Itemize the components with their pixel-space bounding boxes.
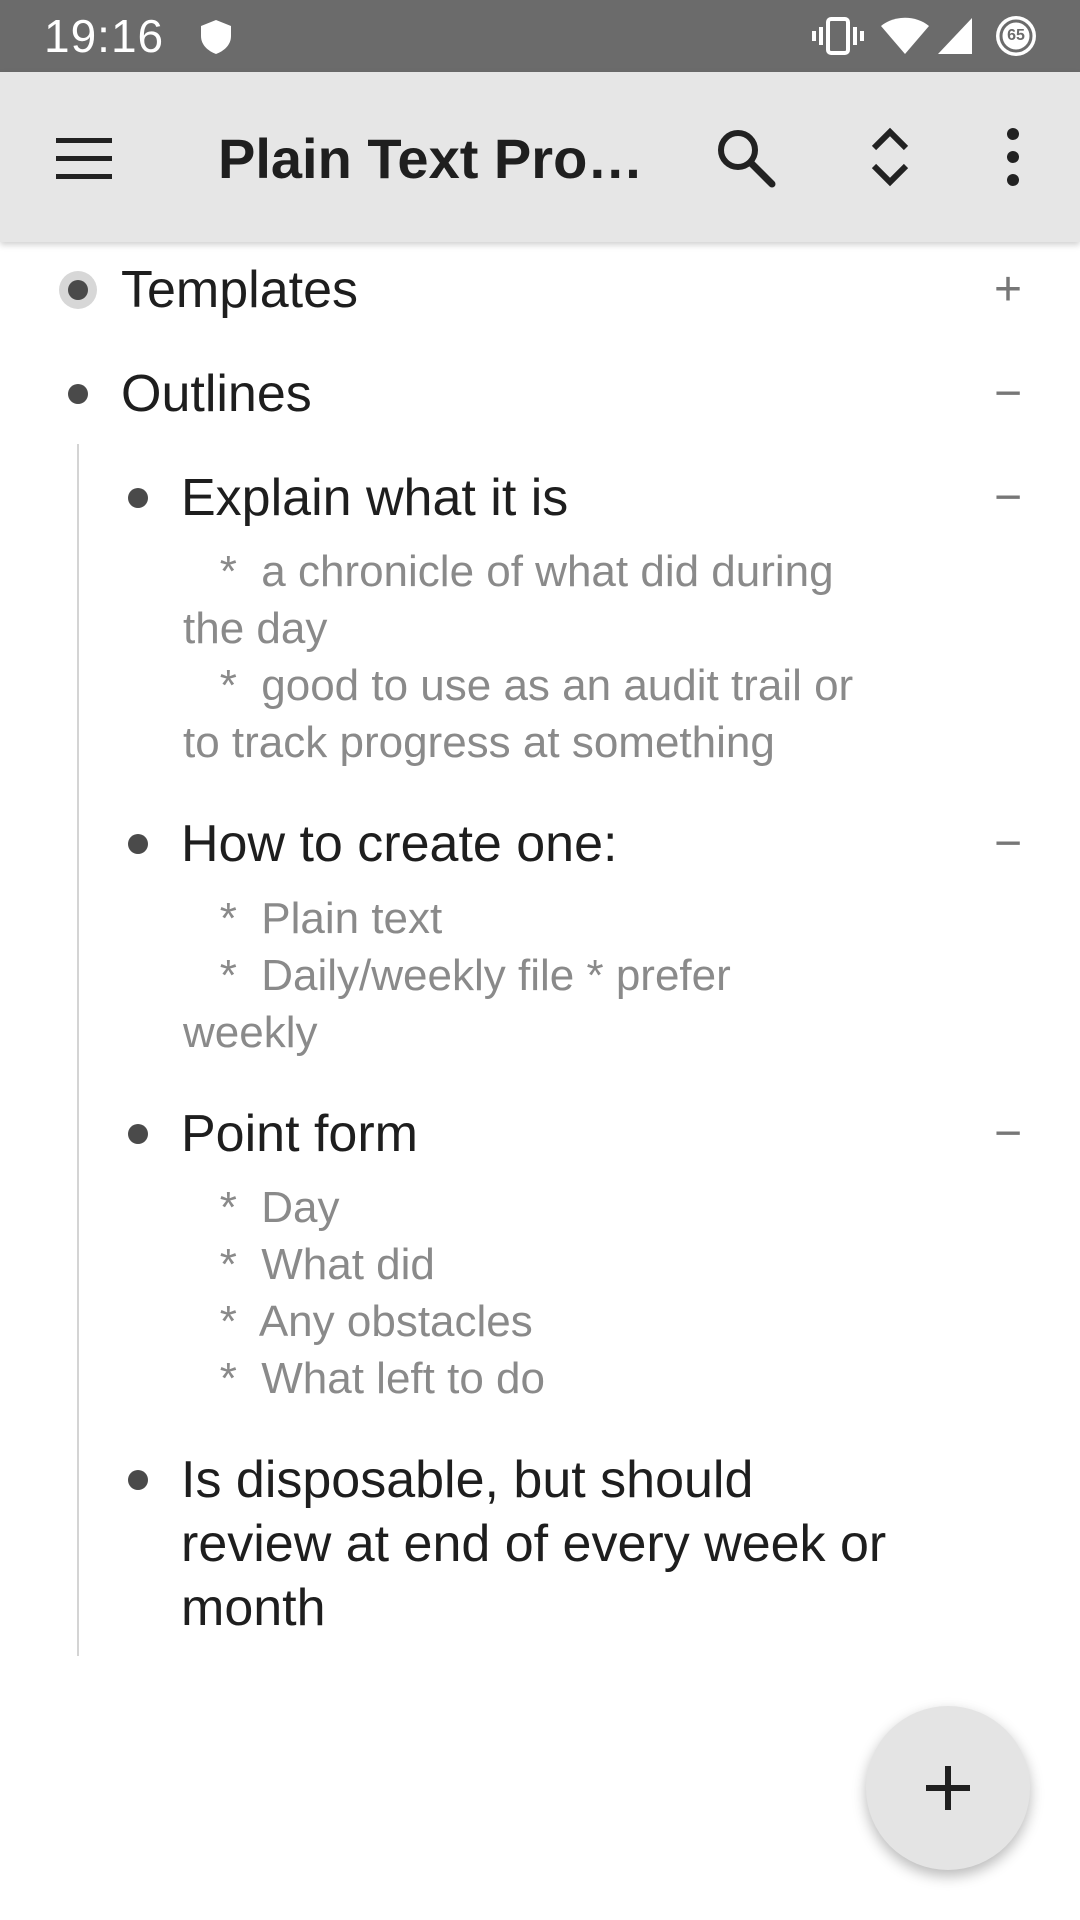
node-title[interactable]: Is disposable, but should review at end … — [181, 1448, 886, 1640]
status-bar: 19:16 65 — [0, 0, 1080, 72]
outline-node-point-form[interactable]: Point form − — [0, 1102, 1080, 1166]
node-title[interactable]: Explain what it is — [181, 466, 568, 530]
collapse-node-button[interactable]: − — [986, 820, 1030, 868]
node-title[interactable]: Templates — [121, 258, 358, 322]
menu-icon[interactable] — [50, 132, 120, 184]
node-bullet[interactable] — [68, 384, 88, 404]
outline-node-how-to-create[interactable]: How to create one: − — [0, 812, 1080, 876]
node-note[interactable]: * Day * What did * Any obstacles * What … — [183, 1179, 943, 1407]
node-title[interactable]: How to create one: — [181, 812, 617, 876]
node-title[interactable]: Outlines — [121, 362, 312, 426]
status-time: 19:16 — [44, 10, 165, 62]
node-note[interactable]: * Plain text * Daily/weekly file * prefe… — [183, 890, 943, 1061]
node-bullet[interactable] — [128, 488, 148, 508]
battery-level: 65 — [1007, 27, 1025, 44]
outline-node-outlines[interactable]: Outlines − — [0, 362, 1080, 426]
wifi-icon — [881, 17, 929, 54]
collapse-node-button[interactable]: − — [986, 1110, 1030, 1158]
shield-icon — [201, 20, 231, 54]
vibrate-icon — [812, 17, 864, 55]
signal-icon — [938, 18, 972, 54]
app-title: Plain Text Projects — [218, 127, 658, 190]
outline-node-templates[interactable]: Templates + — [0, 258, 1080, 322]
search-icon[interactable] — [712, 124, 778, 190]
more-vert-icon[interactable] — [998, 124, 1028, 190]
app-bar: Plain Text Projects — [0, 72, 1080, 242]
node-note[interactable]: * a chronicle of what did during the day… — [183, 543, 943, 771]
node-bullet[interactable] — [128, 1124, 148, 1144]
collapse-node-button[interactable]: − — [986, 370, 1030, 418]
outline-node-explain[interactable]: Explain what it is − — [0, 466, 1080, 530]
node-bullet[interactable] — [128, 834, 148, 854]
outline-node-disposable[interactable]: Is disposable, but should review at end … — [0, 1448, 1080, 1648]
expand-node-button[interactable]: + — [986, 266, 1030, 314]
add-node-fab[interactable] — [866, 1706, 1030, 1870]
expand-collapse-icon[interactable] — [864, 124, 916, 190]
node-title[interactable]: Point form — [181, 1102, 418, 1166]
plus-icon — [926, 1766, 970, 1810]
collapse-node-button[interactable]: − — [986, 474, 1030, 522]
node-bullet[interactable] — [68, 280, 88, 300]
node-bullet[interactable] — [128, 1470, 148, 1490]
